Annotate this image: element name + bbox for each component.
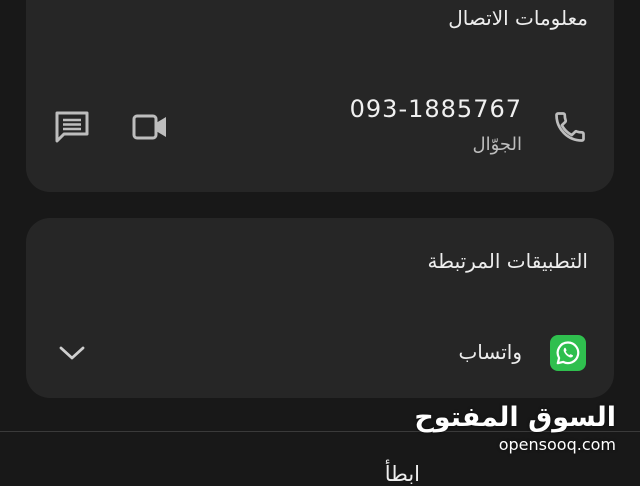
message-icon[interactable] [52,109,92,145]
whatsapp-icon[interactable] [550,335,586,371]
linked-apps-card: التطبيقات المرتبطة واتساب [26,218,614,398]
phone-type-label: الجوّال [472,134,522,155]
watermark-arabic-text: السوق المفتوح [414,402,616,433]
phone-number[interactable]: 093-1885767 [350,95,522,123]
contact-info-title: معلومات الاتصال [448,6,588,30]
opensooq-watermark-logo: السوق المفتوح opensooq.com [414,402,616,454]
next-section-heading: ابطأ [384,462,420,486]
phone-icon[interactable] [550,107,590,147]
watermark-latin-text: opensooq.com [498,435,616,454]
section-divider [0,431,640,432]
contact-info-card: معلومات الاتصال 093-1885767 الجوّال [26,0,614,192]
whatsapp-app-label[interactable]: واتساب [458,340,522,364]
linked-apps-title: التطبيقات المرتبطة [427,249,588,273]
video-call-icon[interactable] [130,110,170,144]
chevron-down-icon[interactable] [56,340,88,366]
